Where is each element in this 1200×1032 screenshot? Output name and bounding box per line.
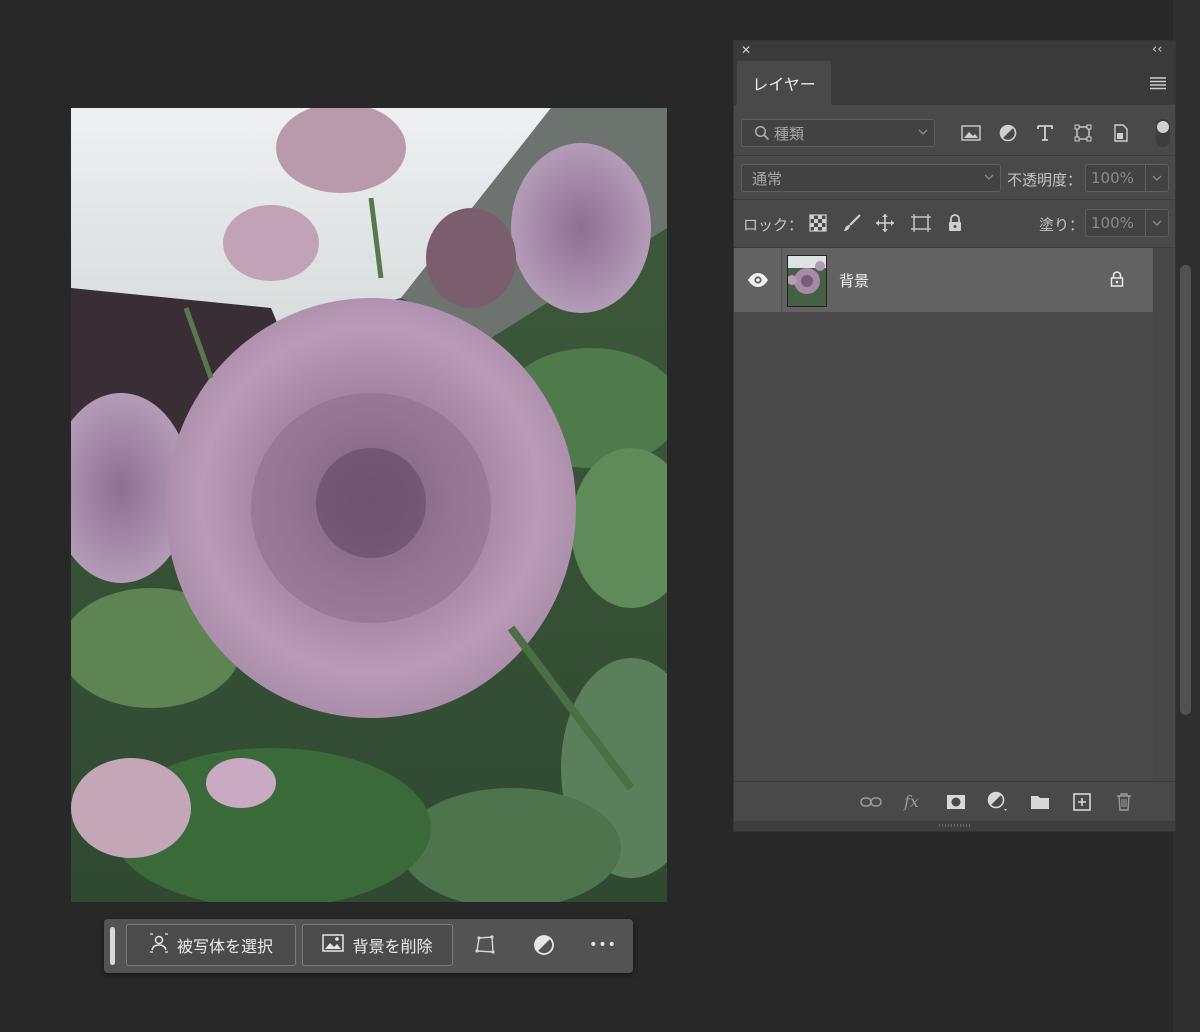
window-scrollbar[interactable] — [1180, 265, 1191, 715]
filter-kind-label: 種類 — [774, 124, 805, 143]
select-subject-button[interactable]: 被写体を選択 — [126, 924, 296, 966]
delete-layer-trash-icon[interactable] — [1112, 790, 1136, 814]
image-icon — [322, 934, 345, 956]
panel-title-bar: ✕ ‹‹ — [734, 41, 1175, 61]
chevron-down-icon — [984, 172, 994, 182]
layer-visibility-toggle[interactable] — [734, 248, 782, 312]
blend-mode-value: 通常 — [752, 169, 783, 188]
new-adjustment-layer-icon[interactable] — [986, 790, 1010, 814]
fill-input[interactable]: 100% — [1085, 209, 1169, 237]
new-layer-icon[interactable] — [1070, 790, 1094, 814]
fill-label: 塗り： — [1039, 216, 1085, 234]
select-subject-label: 被写体を選択 — [176, 937, 273, 956]
opacity-value: 100% — [1091, 169, 1134, 187]
contextual-task-bar: 被写体を選択 背景を削除 ••• — [104, 919, 633, 973]
lock-image-pixels-brush-icon[interactable] — [840, 211, 864, 235]
layer-filter-select[interactable]: 種類 — [741, 119, 935, 147]
opacity-input[interactable]: 100% — [1085, 164, 1169, 192]
layer-row-background[interactable]: 背景 — [734, 248, 1153, 312]
more-options-icon[interactable]: ••• — [589, 932, 616, 958]
fx-layer-style-icon[interactable]: fx — [902, 790, 926, 814]
collapse-icon[interactable]: ‹‹ — [1152, 42, 1162, 57]
opacity-label: 不透明度： — [1007, 171, 1083, 189]
remove-background-label: 背景を削除 — [352, 937, 433, 956]
lock-artboard-icon[interactable] — [909, 211, 933, 235]
close-icon[interactable]: ✕ — [741, 43, 751, 57]
pixel-layer-filter-icon[interactable] — [959, 121, 983, 145]
divider — [734, 155, 1175, 156]
panel-tab-row: レイヤー — [734, 61, 1175, 105]
panel-menu-icon[interactable] — [1150, 75, 1166, 94]
select-subject-icon — [149, 933, 169, 957]
fill-value: 100% — [1091, 214, 1134, 232]
search-icon — [754, 125, 770, 141]
divider — [734, 199, 1175, 200]
layer-thumbnail — [787, 255, 827, 307]
document-canvas[interactable] — [71, 108, 667, 902]
transform-warp-icon[interactable] — [472, 932, 498, 958]
filter-toggle-switch[interactable] — [1156, 119, 1170, 147]
layers-panel: ✕ ‹‹ レイヤー 種類 通常 不透明度： 100% ロック： 塗り： 100%… — [733, 40, 1176, 832]
panel-resize-handle[interactable] — [734, 821, 1175, 831]
add-mask-icon[interactable] — [944, 790, 968, 814]
adjustment-layer-icon[interactable] — [531, 932, 557, 958]
shape-filter-icon[interactable] — [1071, 121, 1095, 145]
lock-label: ロック： — [743, 216, 804, 234]
opacity-dropdown-chevron-icon[interactable] — [1145, 165, 1168, 191]
layers-scrollbar[interactable] — [1153, 248, 1175, 781]
adjustment-filter-icon[interactable] — [996, 121, 1020, 145]
lock-all-icon[interactable] — [943, 211, 967, 235]
type-filter-icon[interactable] — [1033, 121, 1057, 145]
layers-panel-footer: fx — [734, 781, 1175, 822]
layer-name: 背景 — [839, 272, 870, 290]
remove-background-button[interactable]: 背景を削除 — [302, 924, 453, 966]
new-group-folder-icon[interactable] — [1028, 790, 1052, 814]
layer-lock-icon[interactable] — [1110, 271, 1124, 287]
svg-text:fx: fx — [903, 792, 919, 811]
smart-object-filter-icon[interactable] — [1109, 121, 1133, 145]
link-layers-icon[interactable] — [859, 790, 883, 814]
eye-icon — [747, 272, 769, 288]
fill-dropdown-chevron-icon[interactable] — [1145, 210, 1168, 236]
rose-photo-image — [71, 108, 667, 902]
blend-mode-select[interactable]: 通常 — [741, 164, 1001, 192]
toggle-knob — [1157, 121, 1169, 133]
tab-layers[interactable]: レイヤー — [737, 61, 831, 105]
resize-grip — [939, 824, 971, 827]
chevron-down-icon — [918, 127, 928, 137]
taskbar-grip-handle[interactable] — [110, 927, 115, 965]
lock-position-move-icon[interactable] — [873, 211, 897, 235]
lock-transparent-pixels-icon[interactable] — [806, 211, 830, 235]
